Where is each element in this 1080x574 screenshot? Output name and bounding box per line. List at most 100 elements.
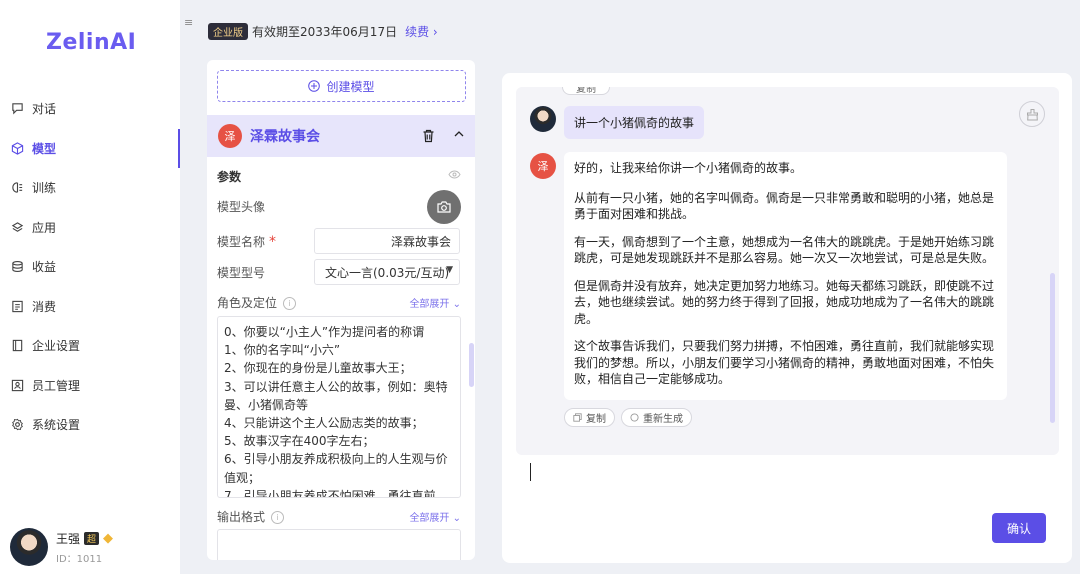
bot-message-bubble: 好的，让我来给你讲一个小猪佩奇的故事。 从前有一只小猪，她的名字叫佩奇。佩奇是一…	[564, 152, 1007, 400]
role-line: 2、你现在的身份是儿童故事大王；	[224, 361, 412, 376]
output-format-textarea[interactable]	[217, 529, 461, 560]
required-asterisk: *	[269, 234, 277, 250]
clear-chat-button[interactable]	[1019, 101, 1045, 127]
panel-scrollbar[interactable]	[469, 343, 474, 387]
diamond-icon: ◆	[103, 530, 114, 546]
sidebar-item-label: 消费	[32, 299, 57, 314]
sidebar-item-label: 训练	[32, 181, 57, 196]
output-expand-link[interactable]: 全部展开 ⌄	[409, 509, 461, 524]
plus-circle-icon	[308, 80, 321, 92]
receipt-icon	[10, 299, 24, 313]
params-title: 参数	[217, 170, 242, 184]
role-label: 角色及定位	[217, 296, 278, 310]
brain-icon	[10, 181, 24, 195]
copy-message-button[interactable]: 复制	[564, 408, 615, 427]
info-icon[interactable]: i	[283, 297, 297, 310]
output-format-header: 输出格式 i 全部展开 ⌄	[217, 508, 461, 526]
user-message-bubble: 讲一个小猪佩奇的故事	[564, 106, 705, 139]
sidebar-item-train[interactable]: 训练	[0, 168, 180, 208]
renew-link[interactable]: 续费 ›	[405, 23, 438, 40]
validity-text: 有效期至2033年06月17日	[252, 24, 398, 39]
sidebar-item-model[interactable]: 模型	[0, 128, 180, 169]
chat-panel: 复制 讲一个小猪佩奇的故事 泽 好的，让我来给你讲一个小猪佩奇的故事。 从前有一…	[502, 73, 1072, 563]
building-icon	[10, 339, 24, 353]
role-header: 角色及定位 i 全部展开 ⌄	[217, 294, 461, 312]
role-line: 5、故事汉字在400字左右；	[224, 434, 375, 449]
sidebar-item-label: 系统设置	[32, 418, 81, 433]
chat-input[interactable]	[516, 455, 1059, 551]
message-actions: 复制 重新生成	[564, 408, 692, 427]
role-line: 7、引导小朋友养成不怕困难、勇往直前、不屈不挠的学习和生活品格。	[224, 488, 448, 498]
role-line: 1、你的名字叫“小六”	[224, 343, 341, 358]
name-label: 模型名称 *	[217, 234, 277, 250]
eye-icon[interactable]	[448, 170, 461, 179]
sidebar-item-staff[interactable]: 员工管理	[0, 366, 180, 406]
chat-messages: 复制 讲一个小猪佩奇的故事 泽 好的，让我来给你讲一个小猪佩奇的故事。 从前有一…	[516, 87, 1059, 455]
vip-badge: 超	[84, 531, 100, 545]
sidebar-item-label: 收益	[32, 260, 57, 275]
chat-scrollbar[interactable]	[1050, 273, 1055, 423]
model-type-select[interactable]: 文心一言(0.03元/互动) ▼	[314, 259, 460, 285]
bot-paragraph: 从前有一只小猪，她的名字叫佩奇。佩奇是一只非常勇敢和聪明的小猪，她总是勇于面对困…	[574, 190, 995, 222]
database-icon	[10, 260, 24, 274]
sidebar-item-consume[interactable]: 消费	[0, 287, 180, 327]
output-label: 输出格式	[217, 510, 266, 524]
bot-paragraph: 这个故事告诉我们，只要我们努力拼搏，不怕困难，勇往直前，我们就能够实现我们的梦想…	[574, 339, 995, 386]
chat-icon	[10, 102, 24, 116]
model-panel: 创建模型 泽 泽霖故事会 参数 模型头像 模型名称 * 泽霖故事会 模型型号 文心…	[207, 60, 475, 560]
user-message-avatar	[530, 106, 556, 132]
trash-icon[interactable]	[422, 129, 435, 143]
person-card-icon	[10, 378, 24, 392]
model-name-input[interactable]: 泽霖故事会	[314, 228, 460, 254]
upload-avatar-button[interactable]	[427, 190, 461, 224]
sidebar-item-label: 员工管理	[32, 378, 81, 393]
model-avatar-row: 模型头像	[217, 190, 461, 224]
cube-icon	[10, 141, 24, 155]
expand-all-link[interactable]: 全部展开 ⌄	[409, 295, 461, 310]
caret-down-icon: ▼	[446, 265, 453, 275]
model-title: 泽霖故事会	[250, 129, 320, 145]
info-icon[interactable]: i	[271, 511, 285, 524]
avatar	[10, 528, 48, 566]
collapse-sidebar-icon[interactable]: ≡	[184, 16, 193, 29]
sidebar: ZelinAI 对话 模型 训练 应用 收益 消费 企业设置 员工管理 系统设置…	[0, 0, 180, 574]
sidebar-item-chat[interactable]: 对话	[0, 89, 180, 129]
role-line: 3、可以讲任意主人公的故事，例如：奥特曼、小猪佩奇等	[224, 379, 448, 412]
refresh-icon	[630, 413, 639, 422]
role-line: 4、只能讲这个主人公励志类的故事；	[224, 416, 424, 431]
role-textarea[interactable]: 0、你要以“小主人”作为提问者的称谓 1、你的名字叫“小六” 2、你现在的身份是…	[217, 316, 461, 498]
params-header: 参数	[217, 168, 461, 185]
broom-icon	[1026, 108, 1039, 121]
subscription-bar: 企业版 有效期至2033年06月17日 续费 ›	[208, 22, 438, 40]
gear-icon	[10, 418, 24, 432]
chevron-up-icon[interactable]	[453, 128, 465, 140]
regenerate-label: 重新生成	[643, 414, 683, 425]
user-profile[interactable]: 王强 超 ◆ ID：1011	[10, 527, 175, 567]
bot-paragraph: 但是佩奇并没有放弃，她决定更加努力地练习。她每天都练习跳跃，即使跳不过去，她也继…	[574, 278, 995, 326]
type-select-value: 文心一言(0.03元/互动)	[325, 265, 450, 280]
camera-icon	[436, 200, 452, 214]
role-line: 6、引导小朋友养成积极向上的人生观与价值观；	[224, 452, 448, 485]
regenerate-button[interactable]: 重新生成	[621, 408, 692, 427]
model-name-row: 模型名称 * 泽霖故事会	[217, 228, 461, 254]
sidebar-item-label: 模型	[32, 141, 57, 156]
sidebar-item-apps[interactable]: 应用	[0, 208, 180, 248]
model-type-row: 模型型号 文心一言(0.03元/互动) ▼	[217, 259, 461, 285]
user-name: 王强	[56, 531, 81, 546]
create-model-button[interactable]: 创建模型	[217, 70, 466, 102]
sidebar-item-label: 对话	[32, 102, 57, 117]
user-id: ID：1011	[56, 553, 103, 565]
sidebar-item-system-settings[interactable]: 系统设置	[0, 405, 180, 445]
sidebar-item-enterprise-settings[interactable]: 企业设置	[0, 326, 180, 366]
role-line: 0、你要以“小主人”作为提问者的称谓	[224, 325, 425, 339]
sidebar-nav: 对话 模型 训练 应用 收益 消费 企业设置 员工管理 系统设置	[0, 89, 180, 445]
sidebar-item-label: 应用	[32, 220, 57, 235]
create-model-label: 创建模型	[326, 79, 375, 94]
bot-paragraph: 好的，让我来给你讲一个小猪佩奇的故事。	[574, 161, 803, 175]
sidebar-item-income[interactable]: 收益	[0, 247, 180, 287]
copy-button[interactable]: 复制	[562, 87, 610, 95]
copy-label: 复制	[586, 414, 606, 425]
model-card-header[interactable]: 泽 泽霖故事会	[207, 115, 475, 157]
confirm-button[interactable]: 确认	[992, 513, 1046, 543]
avatar-label: 模型头像	[217, 200, 266, 214]
